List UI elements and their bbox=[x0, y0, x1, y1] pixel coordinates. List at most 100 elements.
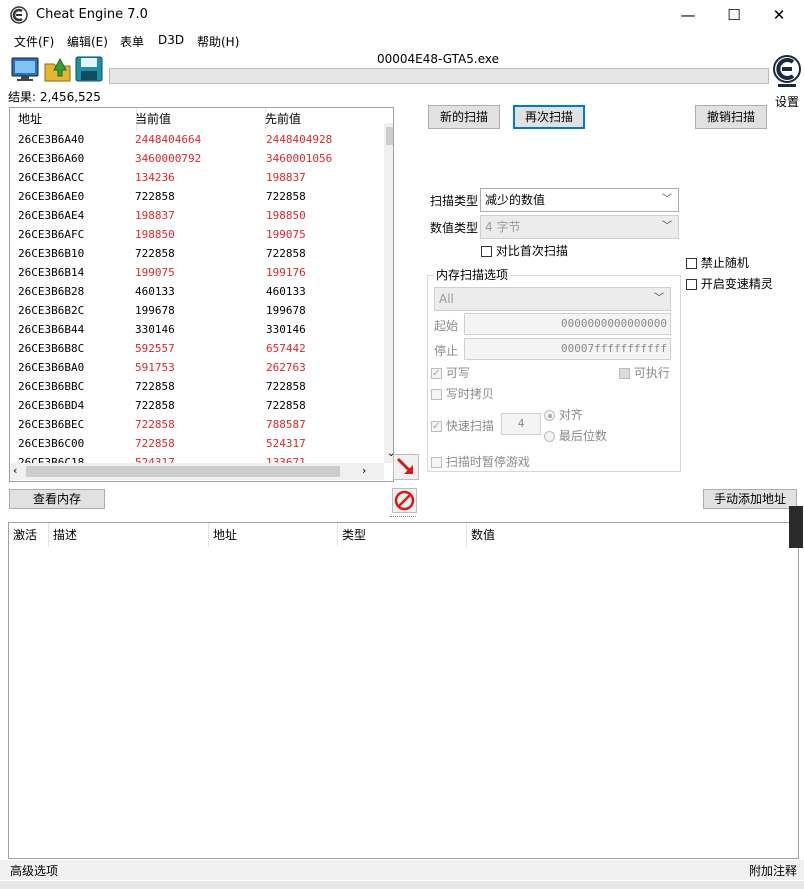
executable-checkbox[interactable]: 可执行 bbox=[619, 364, 670, 381]
scroll-left-icon[interactable]: ‹ bbox=[13, 464, 17, 477]
column-address[interactable]: 地址 bbox=[10, 108, 137, 130]
view-memory-button[interactable]: 查看内存 bbox=[9, 489, 105, 509]
menu-d3d[interactable]: D3D bbox=[158, 33, 184, 47]
table-row[interactable]: 26CE3B6C00 722858 524317 bbox=[10, 435, 376, 454]
table-row[interactable]: 26CE3B6BD4 722858 722858 bbox=[10, 397, 376, 416]
maximize-button[interactable]: ☐ bbox=[711, 0, 757, 30]
previous-value-cell: 788587 bbox=[266, 418, 306, 431]
cheat-engine-logo-icon[interactable] bbox=[772, 54, 802, 90]
column-active[interactable]: 激活 bbox=[9, 523, 49, 547]
save-file-icon[interactable] bbox=[75, 56, 103, 82]
previous-value-cell: 198837 bbox=[266, 171, 306, 184]
checkbox-box[interactable] bbox=[619, 368, 630, 379]
align-radio[interactable]: 对齐 bbox=[544, 406, 583, 423]
table-row[interactable]: 26CE3B6B10 722858 722858 bbox=[10, 245, 376, 264]
previous-value-cell: 330146 bbox=[266, 323, 306, 336]
select-process-icon[interactable] bbox=[11, 56, 39, 82]
table-row[interactable]: 26CE3B6A60 3460000792 3460001056 bbox=[10, 150, 376, 169]
undo-scan-button[interactable]: 撤销扫描 bbox=[695, 105, 767, 129]
scroll-right-icon[interactable]: › bbox=[362, 464, 366, 477]
advanced-options-label[interactable]: 高级选项 bbox=[10, 862, 58, 879]
results-horizontal-scrollbar[interactable]: ‹ › bbox=[10, 463, 384, 480]
new-scan-button[interactable]: 新的扫描 bbox=[428, 105, 500, 129]
scan-type-select[interactable]: 减少的数值 ﹀ bbox=[480, 188, 679, 212]
table-row[interactable]: 26CE3B6B28 460133 460133 bbox=[10, 283, 376, 302]
side-gadget bbox=[789, 506, 803, 548]
window-bottom-edge bbox=[0, 881, 804, 889]
column-description[interactable]: 描述 bbox=[49, 523, 209, 547]
checkbox-box[interactable] bbox=[431, 421, 442, 432]
disable-random-label: 禁止随机 bbox=[700, 256, 749, 270]
panel-splitter[interactable] bbox=[0, 516, 804, 520]
current-value-cell: 3460000792 bbox=[135, 152, 202, 165]
fast-scan-alignment-input[interactable]: 4 bbox=[501, 413, 541, 435]
column-type[interactable]: 类型 bbox=[338, 523, 467, 547]
table-extras-label[interactable]: 附加注释 bbox=[749, 862, 797, 879]
checkbox-box[interactable] bbox=[686, 279, 697, 290]
settings-label[interactable]: 设置 bbox=[775, 93, 799, 110]
start-address-field[interactable]: 0000000000000000 bbox=[464, 313, 671, 335]
splitter-grip-icon[interactable] bbox=[390, 516, 416, 519]
current-value-cell: 199678 bbox=[135, 304, 175, 317]
column-address[interactable]: 地址 bbox=[209, 523, 338, 547]
scan-type-value: 减少的数值 bbox=[485, 193, 546, 207]
table-row[interactable]: 26CE3B6BA0 591753 262763 bbox=[10, 359, 376, 378]
checkbox-box[interactable] bbox=[686, 258, 697, 269]
address-cell: 26CE3B6AE0 bbox=[18, 190, 85, 203]
table-row[interactable]: 26CE3B6BEC 722858 788587 bbox=[10, 416, 376, 435]
table-row[interactable]: 26CE3B6AFC 198850 199075 bbox=[10, 226, 376, 245]
table-row[interactable]: 26CE3B6B44 330146 330146 bbox=[10, 321, 376, 340]
stop-icon[interactable] bbox=[392, 488, 417, 513]
last-digits-radio[interactable]: 最后位数 bbox=[544, 427, 607, 444]
table-row[interactable]: 26CE3B6B14 199075 199176 bbox=[10, 264, 376, 283]
table-row[interactable]: 26CE3B6BBC 722858 722858 bbox=[10, 378, 376, 397]
column-current-value[interactable]: 当前值 bbox=[128, 108, 266, 130]
checkbox-box[interactable] bbox=[481, 246, 492, 257]
memory-region-value: All bbox=[439, 292, 454, 306]
address-cell: 26CE3B6ACC bbox=[18, 171, 85, 184]
menu-file[interactable]: 文件(F) bbox=[14, 33, 54, 50]
speedhack-checkbox[interactable]: 开启变速精灵 bbox=[686, 275, 773, 292]
speedhack-label: 开启变速精灵 bbox=[700, 277, 773, 291]
add-to-list-arrow-icon[interactable] bbox=[393, 454, 419, 480]
value-type-select[interactable]: 4 字节 ﹀ bbox=[480, 215, 679, 239]
checkbox-box[interactable] bbox=[431, 389, 442, 400]
close-button[interactable]: ✕ bbox=[756, 0, 802, 30]
column-previous-value[interactable]: 先前值 bbox=[258, 108, 383, 130]
previous-value-cell: 524317 bbox=[266, 437, 306, 450]
table-row[interactable]: 26CE3B6A40 2448404664 2448404928 bbox=[10, 131, 376, 150]
current-value-cell: 2448404664 bbox=[135, 133, 202, 146]
disable-random-checkbox[interactable]: 禁止随机 bbox=[686, 254, 749, 271]
compare-first-checkbox[interactable]: 对比首次扫描 bbox=[481, 242, 568, 259]
copy-on-write-checkbox[interactable]: 写时拷贝 bbox=[431, 385, 494, 402]
stop-address-field[interactable]: 00007fffffffffff bbox=[464, 338, 671, 360]
table-row[interactable]: 26CE3B6B8C 592557 657442 bbox=[10, 340, 376, 359]
table-row[interactable]: 26CE3B6ACC 134236 198837 bbox=[10, 169, 376, 188]
address-list[interactable]: 激活 描述 地址 类型 数值 bbox=[8, 522, 799, 859]
scrollbar-thumb[interactable] bbox=[26, 466, 340, 477]
pause-game-checkbox[interactable]: 扫描时暂停游戏 bbox=[431, 453, 530, 470]
table-row[interactable]: 26CE3B6B2C 199678 199678 bbox=[10, 302, 376, 321]
minimize-button[interactable]: — bbox=[665, 0, 711, 30]
menu-edit[interactable]: 编辑(E) bbox=[67, 33, 108, 50]
previous-value-cell: 657442 bbox=[266, 342, 306, 355]
menu-help[interactable]: 帮助(H) bbox=[197, 33, 239, 50]
results-vertical-scrollbar[interactable]: ⌄ bbox=[384, 123, 393, 463]
radio-dot[interactable] bbox=[544, 431, 555, 442]
scrollbar-thumb[interactable] bbox=[386, 127, 393, 145]
next-scan-button[interactable]: 再次扫描 bbox=[513, 105, 585, 129]
memory-region-select[interactable]: All ﹀ bbox=[434, 287, 671, 311]
menu-table[interactable]: 表单 bbox=[120, 33, 144, 50]
checkbox-box[interactable] bbox=[431, 457, 442, 468]
current-value-cell: 198837 bbox=[135, 209, 175, 222]
table-row[interactable]: 26CE3B6AE0 722858 722858 bbox=[10, 188, 376, 207]
checkbox-box[interactable] bbox=[431, 368, 442, 379]
radio-dot[interactable] bbox=[544, 410, 555, 421]
fast-scan-checkbox[interactable]: 快速扫描 bbox=[431, 417, 494, 434]
add-address-manually-button[interactable]: 手动添加地址 bbox=[703, 489, 797, 509]
writable-checkbox[interactable]: 可写 bbox=[431, 364, 470, 381]
open-file-icon[interactable] bbox=[44, 56, 72, 82]
table-row[interactable]: 26CE3B6AE4 198837 198850 bbox=[10, 207, 376, 226]
scan-results-list[interactable]: 地址 当前值 先前值 26CE3B6A40 2448404664 244840492… bbox=[9, 107, 394, 482]
column-value[interactable]: 数值 bbox=[467, 523, 796, 547]
